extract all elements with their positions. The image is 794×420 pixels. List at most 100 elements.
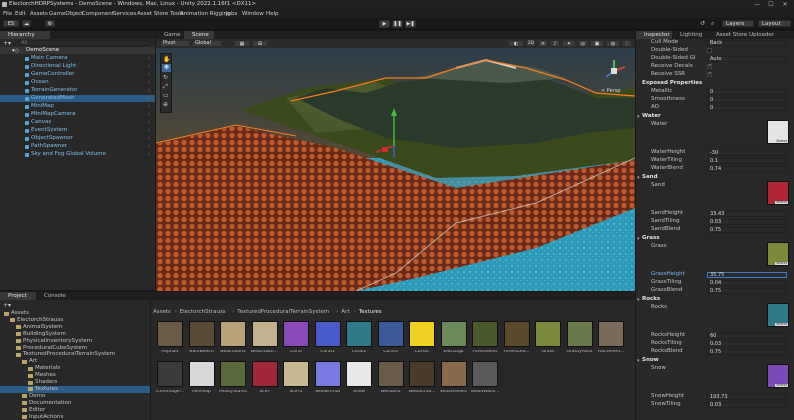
hierarchy-item[interactable]: PathSpawner › bbox=[0, 143, 155, 150]
asset-tile[interactable]: MiniMap bbox=[187, 361, 217, 399]
breadcrumb-item[interactable]: TexturedProceduralTerrainSystem bbox=[237, 309, 329, 316]
tab-console[interactable]: Console bbox=[36, 292, 72, 300]
effects-toggle-icon[interactable]: ✦ bbox=[562, 40, 576, 47]
grid-snap-button[interactable]: ▦ bbox=[234, 40, 250, 47]
menu-jobs[interactable]: Jobs bbox=[226, 11, 237, 18]
pause-button[interactable]: ❚❚ bbox=[392, 20, 403, 28]
breadcrumb-item[interactable]: Assets bbox=[153, 309, 171, 316]
checkbox[interactable] bbox=[707, 48, 712, 53]
asset-tile[interactable]: SciFi bbox=[250, 361, 280, 399]
snap-increment-button[interactable]: ⊞ bbox=[252, 40, 268, 47]
hierarchy-item[interactable]: GameController › bbox=[0, 71, 155, 78]
section-header[interactable]: Grass bbox=[642, 235, 660, 242]
asset-tile[interactable]: Cursor bbox=[407, 321, 437, 359]
camera-settings-icon[interactable]: ▣ bbox=[590, 40, 604, 47]
hierarchy-item[interactable]: Main Camera › bbox=[0, 55, 155, 62]
asset-tile[interactable]: Coral1 bbox=[313, 321, 343, 359]
chevron-right-icon[interactable]: › bbox=[148, 128, 150, 134]
menu-file[interactable]: File bbox=[3, 11, 12, 18]
hierarchy-item[interactable]: Directional Light › bbox=[0, 63, 155, 70]
foldout-arrow-icon[interactable]: ▾ bbox=[637, 297, 640, 303]
gizmos-button[interactable]: ◍ bbox=[606, 40, 620, 47]
step-button[interactable]: ▶❚ bbox=[405, 20, 416, 28]
cloud-icon[interactable]: ☁ bbox=[22, 20, 31, 27]
property-input[interactable]: 0.75 bbox=[707, 288, 787, 294]
asset-tile[interactable]: Grass bbox=[533, 321, 563, 359]
tab-lighting[interactable]: Lighting bbox=[672, 31, 708, 39]
asset-tile[interactable]: WoodChar... bbox=[407, 361, 437, 399]
chevron-right-icon[interactable]: › bbox=[148, 136, 150, 142]
transform-tool-icon[interactable]: ⊕ bbox=[163, 101, 168, 108]
asset-tile[interactable]: MossyStains bbox=[218, 361, 248, 399]
hierarchy-item[interactable]: Sky and Fog Global Volume › bbox=[0, 151, 155, 158]
tab-hierarchy[interactable]: Hierarchy bbox=[0, 31, 50, 39]
move-tool-icon[interactable]: ✥ bbox=[162, 64, 171, 72]
texture-slot[interactable]: Select bbox=[767, 364, 789, 388]
more-menu-icon[interactable]: ⋮ bbox=[622, 40, 632, 47]
property-input[interactable]: 33.43 bbox=[707, 211, 787, 217]
foldout-arrow-icon[interactable]: ▾ bbox=[637, 114, 640, 120]
asset-tile[interactable]: SeaNormal bbox=[313, 361, 343, 399]
foldout-arrow-icon[interactable]: ▾ bbox=[637, 236, 640, 242]
tab-scene[interactable]: Scene bbox=[184, 31, 214, 39]
chevron-right-icon[interactable]: › bbox=[148, 88, 150, 94]
property-input[interactable]: 0.1 bbox=[707, 158, 787, 164]
tab-project[interactable]: Project bbox=[0, 292, 36, 300]
menu-assets[interactable]: Assets bbox=[30, 11, 48, 18]
rotate-tool-icon[interactable]: ↻ bbox=[163, 74, 168, 81]
chevron-right-icon[interactable]: › bbox=[148, 56, 150, 62]
property-input[interactable]: 193.73 bbox=[707, 394, 787, 400]
orientation-gizmo-icon[interactable] bbox=[598, 57, 630, 87]
asset-tile[interactable]: BeachSand bbox=[218, 321, 248, 359]
project-folder-item[interactable]: InputActions bbox=[0, 414, 150, 420]
property-input[interactable]: 0 bbox=[707, 89, 787, 95]
maximize-button[interactable]: ☐ bbox=[766, 1, 776, 9]
hand-tool-icon[interactable]: ✋ bbox=[163, 56, 170, 63]
menu-help[interactable]: Help bbox=[266, 11, 279, 18]
perspective-label[interactable]: < Persp bbox=[601, 89, 621, 94]
texture-select-button[interactable]: Select bbox=[775, 322, 788, 326]
shading-mode-button[interactable]: ◐ bbox=[508, 40, 524, 47]
layers-dropdown[interactable]: Layers bbox=[722, 20, 754, 27]
texture-slot[interactable]: Select bbox=[767, 120, 789, 144]
scene-root[interactable]: ▾◇ DemoScene bbox=[0, 47, 155, 54]
texture-slot[interactable]: Select bbox=[767, 242, 789, 266]
texture-slot[interactable]: Select bbox=[767, 181, 789, 205]
tab-game[interactable]: Game bbox=[156, 31, 184, 39]
property-input[interactable]: 35.75 bbox=[707, 272, 787, 278]
asset-tile[interactable]: Coral bbox=[281, 321, 311, 359]
section-header[interactable]: Water bbox=[642, 113, 661, 120]
chevron-right-icon[interactable]: › bbox=[148, 96, 150, 102]
menu-gameobject[interactable]: GameObject bbox=[49, 11, 83, 18]
section-header[interactable]: Rocks bbox=[642, 296, 660, 303]
property-input[interactable]: 0.03 bbox=[707, 341, 787, 347]
asset-tile[interactable]: Asphalt bbox=[155, 321, 185, 359]
collab-icon[interactable]: ⚙ bbox=[45, 20, 55, 27]
2d-toggle[interactable]: 2D bbox=[526, 40, 536, 47]
property-input[interactable]: 0.75 bbox=[707, 349, 787, 355]
texture-select-button[interactable]: Select bbox=[775, 200, 788, 204]
asset-tile[interactable]: Snow bbox=[344, 361, 374, 399]
asset-tile[interactable]: SciFi1 bbox=[281, 361, 311, 399]
hierarchy-search-input[interactable]: All bbox=[18, 40, 150, 46]
asset-tile[interactable]: Coral2 bbox=[344, 321, 374, 359]
property-input[interactable]: 0 bbox=[707, 105, 787, 111]
chevron-right-icon[interactable]: › bbox=[148, 152, 150, 158]
audio-toggle-icon[interactable]: ♪ bbox=[550, 40, 560, 47]
hierarchy-item[interactable]: GeneratedMesh › bbox=[0, 95, 155, 102]
chevron-right-icon[interactable]: › bbox=[148, 64, 150, 70]
hierarchy-item[interactable]: ObjectSpawner › bbox=[0, 135, 155, 142]
chevron-right-icon[interactable]: › bbox=[148, 112, 150, 118]
asset-tile[interactable]: ForestLea... bbox=[502, 321, 532, 359]
hierarchy-item[interactable]: TerrainGenerator › bbox=[0, 87, 155, 94]
tab-asset-store-uploader[interactable]: Asset Store Uploader bbox=[708, 31, 792, 39]
scene-viewport[interactable] bbox=[156, 48, 635, 291]
play-button[interactable]: ▶ bbox=[379, 20, 390, 28]
breadcrumb-item[interactable]: Textures bbox=[359, 309, 382, 316]
pivot-toggle[interactable]: Pivot bbox=[160, 40, 190, 47]
exposed-properties-header[interactable]: Exposed Properties bbox=[642, 80, 702, 87]
menu-component[interactable]: Component bbox=[82, 11, 114, 18]
property-input[interactable]: -30 bbox=[707, 150, 787, 156]
asset-tile[interactable]: BarkBeech bbox=[187, 321, 217, 359]
tab-inspector[interactable]: Inspector bbox=[636, 31, 672, 39]
